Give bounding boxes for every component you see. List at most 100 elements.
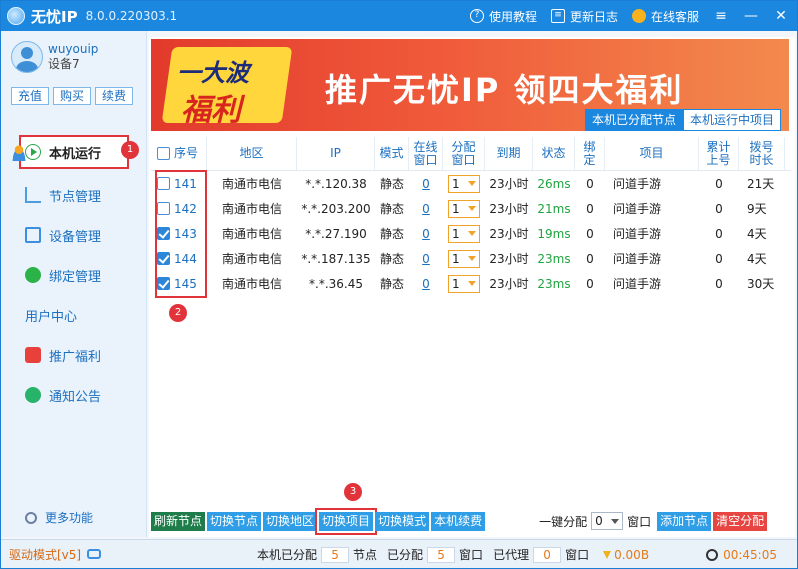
window-label-1: 窗口 xyxy=(459,548,484,562)
sidebar-item-bind-management[interactable]: 绑定管理 xyxy=(1,255,147,295)
sidebar-nav: 本机运行 节点管理 设备管理 绑定管理 用户中心 推广福利 通知公告 xyxy=(1,135,147,415)
sidebar-item-user-center[interactable]: 用户中心 xyxy=(1,145,147,335)
header-assign-window: 分配 窗口 xyxy=(443,137,485,170)
changelog-link[interactable]: ≡ 更新日志 xyxy=(550,8,618,25)
title-bar: 无忧IP 8.0.0.220303.1 ? 使用教程 ≡ 更新日志 在线客服 ≡… xyxy=(1,1,797,31)
header-project: 项目 xyxy=(605,137,699,170)
table-row[interactable]: 145 南通市电信 *.*.36.45 静态 0 1 23小时 23ms 0 问道手游 0 30天 xyxy=(151,271,791,296)
row-online-link[interactable]: 0 xyxy=(422,202,430,216)
assigned-label: 本机已分配 xyxy=(257,548,318,562)
chevron-down-icon xyxy=(468,281,476,286)
help-circle-icon: ? xyxy=(469,9,484,23)
tab-assigned-nodes[interactable]: 本机已分配节点 xyxy=(584,109,683,131)
minimize-icon[interactable]: — xyxy=(743,8,759,24)
sidebar-item-local-run[interactable]: 本机运行 xyxy=(19,135,129,169)
more-features-link[interactable]: 更多功能 xyxy=(25,509,93,526)
clear-assign-button[interactable]: 清空分配 xyxy=(713,511,768,531)
row-assign-select[interactable]: 1 xyxy=(448,224,480,243)
select-all-checkbox[interactable] xyxy=(157,147,170,160)
row-ip: *.*.27.190 xyxy=(305,226,367,241)
sidebar-item-device-management[interactable]: 设备管理 xyxy=(1,215,147,255)
annotation-badge-1: 1 xyxy=(121,141,139,159)
assigned-value: 5 xyxy=(321,546,350,563)
tab-running-projects[interactable]: 本机运行中项目 xyxy=(682,109,781,131)
user-device: 设备7 xyxy=(48,57,80,71)
clock-icon xyxy=(706,548,719,561)
one-key-assign: 一键分配 0 窗口 xyxy=(539,512,651,530)
sidebar-item-label: 用户中心 xyxy=(25,309,78,325)
sidebar-item-notice[interactable]: 通知公告 xyxy=(1,375,147,415)
play-icon xyxy=(25,144,41,160)
row-bind: 0 xyxy=(586,276,594,291)
row-assign-select[interactable]: 1 xyxy=(448,174,480,193)
row-total: 0 xyxy=(715,226,723,241)
row-mode: 静态 xyxy=(379,252,404,266)
status-bar: 驱动模式[v5] 本机已分配 5 节点 已分配 5 窗口 已代理 0 窗口 0.… xyxy=(1,539,797,568)
row-assign-select[interactable]: 1 xyxy=(448,249,480,268)
row-region: 南通市电信 xyxy=(221,227,282,241)
banner-left-bottom: 福利 xyxy=(181,93,241,128)
close-icon[interactable]: ✕ xyxy=(773,8,789,24)
row-total: 0 xyxy=(715,201,723,216)
header-select-all[interactable]: 序号 xyxy=(151,137,207,170)
refresh-nodes-button[interactable]: 刷新节点 xyxy=(151,511,206,531)
sidebar: wuyouip 设备7 充值 购买 续费 本机运行 节点管理 设备管理 绑定管理… xyxy=(1,31,147,537)
buy-button[interactable]: 购买 xyxy=(53,87,91,105)
table-row[interactable]: 144 南通市电信 *.*.187.135 静态 0 1 23小时 23ms 0 问道手游 0 4天 xyxy=(151,246,791,271)
table-row[interactable]: 143 南通市电信 *.*.27.190 静态 0 1 23小时 19ms 0 问道手游 0 4天 xyxy=(151,221,791,246)
row-online-link[interactable]: 0 xyxy=(422,277,430,291)
row-total: 0 xyxy=(715,251,723,266)
service-label: 在线客服 xyxy=(650,9,699,24)
row-bind: 0 xyxy=(586,201,594,216)
row-project: 问道手游 xyxy=(613,177,662,191)
renew-local-button[interactable]: 本机续费 xyxy=(431,511,486,531)
banner-left-top: 一大波 xyxy=(177,59,249,87)
window-label-2: 窗口 xyxy=(565,548,590,562)
renew-button[interactable]: 续费 xyxy=(95,87,133,105)
add-node-button[interactable]: 添加节点 xyxy=(657,511,712,531)
bind-icon xyxy=(25,267,41,283)
app-logo-icon xyxy=(7,7,25,25)
row-expire: 23小时 xyxy=(489,202,529,216)
row-ip: *.*.36.45 xyxy=(309,276,363,291)
sync-icon[interactable] xyxy=(87,549,102,559)
row-online-link[interactable]: 0 xyxy=(422,252,430,266)
tutorial-link[interactable]: ? 使用教程 xyxy=(469,8,537,25)
annotation-badge-3: 3 xyxy=(344,483,362,501)
row-region: 南通市电信 xyxy=(221,252,282,266)
sidebar-item-promotion[interactable]: 推广福利 xyxy=(1,335,147,375)
allocated-value: 5 xyxy=(427,546,456,563)
table-row[interactable]: 141 南通市电信 *.*.120.38 静态 0 1 23小时 26ms 0 问道手游 0 21天 xyxy=(151,171,791,196)
node-tree-icon xyxy=(25,187,41,203)
header-total: 累计 上号 xyxy=(699,137,739,170)
recharge-button[interactable]: 充值 xyxy=(11,87,49,105)
table-row[interactable]: 142 南通市电信 *.*.203.200 静态 0 1 23小时 21ms 0 问道手游 0 9天 xyxy=(151,196,791,221)
row-bind: 0 xyxy=(586,251,594,266)
row-online-link[interactable]: 0 xyxy=(422,227,430,241)
switch-mode-button[interactable]: 切换模式 xyxy=(375,511,430,531)
promo-banner[interactable]: 一大波 福利 推广无忧IP 领四大福利 本机已分配节点 本机运行中项目 xyxy=(151,39,789,131)
row-expire: 23小时 xyxy=(489,252,529,266)
sidebar-item-node-management[interactable]: 节点管理 xyxy=(1,175,147,215)
row-assign-select[interactable]: 1 xyxy=(448,274,480,293)
row-bind: 0 xyxy=(586,176,594,191)
row-duration: 30天 xyxy=(747,277,775,291)
window-label: 窗口 xyxy=(627,514,652,529)
device-icon xyxy=(25,227,41,243)
switch-project-button[interactable]: 切换项目 xyxy=(315,507,378,535)
allocated-label: 已分配 xyxy=(387,548,424,562)
user-icon xyxy=(11,145,27,161)
row-assign-select[interactable]: 1 xyxy=(448,199,480,218)
row-online-link[interactable]: 0 xyxy=(422,177,430,191)
row-status: 19ms xyxy=(537,226,571,241)
menu-icon[interactable]: ≡ xyxy=(713,8,729,24)
service-link[interactable]: 在线客服 xyxy=(631,8,699,25)
chevron-down-icon xyxy=(468,231,476,236)
row-project: 问道手游 xyxy=(613,202,662,216)
switch-region-button[interactable]: 切换地区 xyxy=(263,511,318,531)
one-key-select[interactable]: 0 xyxy=(591,512,624,530)
switch-node-button[interactable]: 切换节点 xyxy=(207,511,262,531)
selection-highlight xyxy=(155,170,207,298)
table-header: 序号 地区 IP 模式 在线 窗口 分配 窗口 到期 状态 绑 定 项目 累计 … xyxy=(151,137,791,171)
annotation-badge-2: 2 xyxy=(169,304,187,322)
